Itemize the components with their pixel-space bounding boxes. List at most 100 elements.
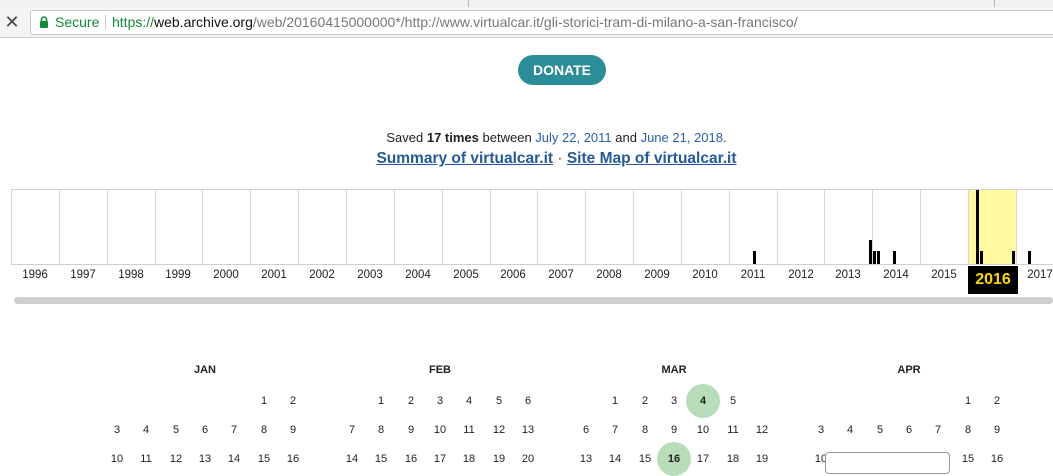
- year-cell[interactable]: [537, 190, 585, 264]
- last-capture-link[interactable]: June 21, 2018: [641, 130, 723, 145]
- close-icon[interactable]: ✕: [4, 12, 20, 32]
- year-label[interactable]: 2015: [924, 269, 964, 281]
- calendar-day: 13: [198, 453, 212, 465]
- secure-label: Secure: [55, 14, 100, 30]
- selected-year-label[interactable]: 2016: [968, 266, 1018, 294]
- year-label[interactable]: 2006: [493, 269, 533, 281]
- calendar-day: 13: [521, 424, 535, 436]
- capture-bar[interactable]: [753, 251, 756, 264]
- calendar-day: 5: [729, 395, 737, 407]
- sitemap-link[interactable]: Site Map of virtualcar.it: [567, 150, 737, 167]
- calendar-day: 8: [260, 424, 268, 436]
- year-cell[interactable]: [680, 190, 729, 264]
- timeline-scrollbar[interactable]: [14, 297, 1053, 304]
- year-cell[interactable]: [58, 190, 107, 264]
- calendar-day: 15: [638, 453, 652, 465]
- saved-and: and: [611, 130, 641, 145]
- calendar-day: 20: [521, 453, 535, 465]
- capture-bar[interactable]: [1012, 251, 1015, 264]
- calendar-day: 15: [257, 453, 271, 465]
- calendar-day: 7: [230, 424, 238, 436]
- calendar-day: 15: [961, 453, 975, 465]
- calendar-day: 7: [611, 424, 619, 436]
- calendar-day: 3: [670, 395, 678, 407]
- year-cell[interactable]: [106, 190, 155, 264]
- capture-bar[interactable]: [869, 240, 872, 264]
- year-label[interactable]: 2009: [637, 269, 677, 281]
- calendar-day: 14: [227, 453, 241, 465]
- calendar-day: 19: [755, 453, 769, 465]
- month-label: MAR: [661, 364, 687, 376]
- capture-bar[interactable]: [980, 251, 983, 264]
- year-label[interactable]: 2002: [302, 269, 342, 281]
- calendar-day: 11: [727, 424, 739, 436]
- year-label[interactable]: 2011: [733, 269, 773, 281]
- calendar-day: 10: [433, 424, 447, 436]
- calendar-day: 10: [696, 424, 710, 436]
- saved-prefix: Saved: [386, 130, 427, 145]
- year-label[interactable]: 1997: [63, 269, 103, 281]
- tab-edge: [994, 0, 995, 7]
- year-label[interactable]: 2007: [541, 269, 581, 281]
- calendar-day: 12: [169, 453, 183, 465]
- year-label[interactable]: 2001: [254, 269, 294, 281]
- year-label[interactable]: 2010: [685, 269, 725, 281]
- calendar-day: 2: [993, 395, 1001, 407]
- calendar-day: 3: [817, 424, 825, 436]
- year-cell[interactable]: [154, 190, 203, 264]
- year-label[interactable]: 1996: [15, 269, 55, 281]
- summary-link[interactable]: Summary of virtualcar.it: [376, 150, 553, 167]
- first-capture-link[interactable]: July 22, 2011: [535, 130, 611, 145]
- calendar-day: 9: [670, 424, 678, 436]
- url-text: https://web.archive.org/web/201604150000…: [112, 11, 798, 34]
- year-label[interactable]: 1998: [111, 269, 151, 281]
- year-label[interactable]: 2003: [350, 269, 390, 281]
- capture-bar[interactable]: [976, 190, 979, 264]
- address-bar: ✕ Secure https://web.archive.org/web/201…: [0, 8, 1053, 38]
- capture-bar[interactable]: [893, 251, 896, 264]
- calendar-day: 5: [495, 395, 503, 407]
- calendar-day-captured[interactable]: 16: [659, 453, 689, 465]
- capture-bar[interactable]: [877, 251, 880, 264]
- url-field[interactable]: Secure https://web.archive.org/web/20160…: [30, 10, 1053, 35]
- donate-button[interactable]: DONATE: [518, 55, 606, 85]
- calendar-day: 6: [582, 424, 590, 436]
- year-cell[interactable]: [298, 190, 346, 264]
- capture-bar[interactable]: [873, 251, 876, 264]
- year-cell[interactable]: [585, 190, 633, 264]
- year-cell[interactable]: [11, 190, 59, 264]
- capture-bar[interactable]: [1028, 251, 1031, 264]
- calendar-day: 5: [876, 424, 884, 436]
- year-cell[interactable]: [345, 190, 394, 264]
- calendar-day: 3: [436, 395, 444, 407]
- year-cell[interactable]: [824, 190, 872, 264]
- year-label[interactable]: 2004: [398, 269, 438, 281]
- capture-timeline[interactable]: [11, 189, 1053, 265]
- calendar-day: 17: [433, 453, 447, 465]
- year-cell[interactable]: [489, 190, 538, 264]
- year-label[interactable]: 2012: [781, 269, 821, 281]
- year-cell[interactable]: [202, 190, 250, 264]
- year-label[interactable]: 2008: [589, 269, 629, 281]
- calendar-day-captured[interactable]: 4: [688, 395, 718, 407]
- year-label[interactable]: 1999: [158, 269, 198, 281]
- year-label[interactable]: 2000: [206, 269, 246, 281]
- month-label: APR: [897, 364, 921, 376]
- year-cell[interactable]: [633, 190, 681, 264]
- year-cell[interactable]: [776, 190, 825, 264]
- year-label[interactable]: 2013: [828, 269, 868, 281]
- year-label[interactable]: 2005: [446, 269, 486, 281]
- year-label[interactable]: 2014: [876, 269, 916, 281]
- saved-between: between: [478, 130, 536, 145]
- year-cell[interactable]: [393, 190, 442, 264]
- calendar-day: 18: [462, 453, 476, 465]
- year-label[interactable]: 2017: [1020, 269, 1053, 281]
- calendar-day: 14: [345, 453, 359, 465]
- year-cell[interactable]: [250, 190, 298, 264]
- calendar-day: 1: [964, 395, 972, 407]
- url-divider: [105, 15, 106, 30]
- year-cell[interactable]: [1015, 190, 1053, 264]
- year-cell[interactable]: [920, 190, 968, 264]
- calendar-day: 9: [993, 424, 1001, 436]
- year-cell[interactable]: [441, 190, 490, 264]
